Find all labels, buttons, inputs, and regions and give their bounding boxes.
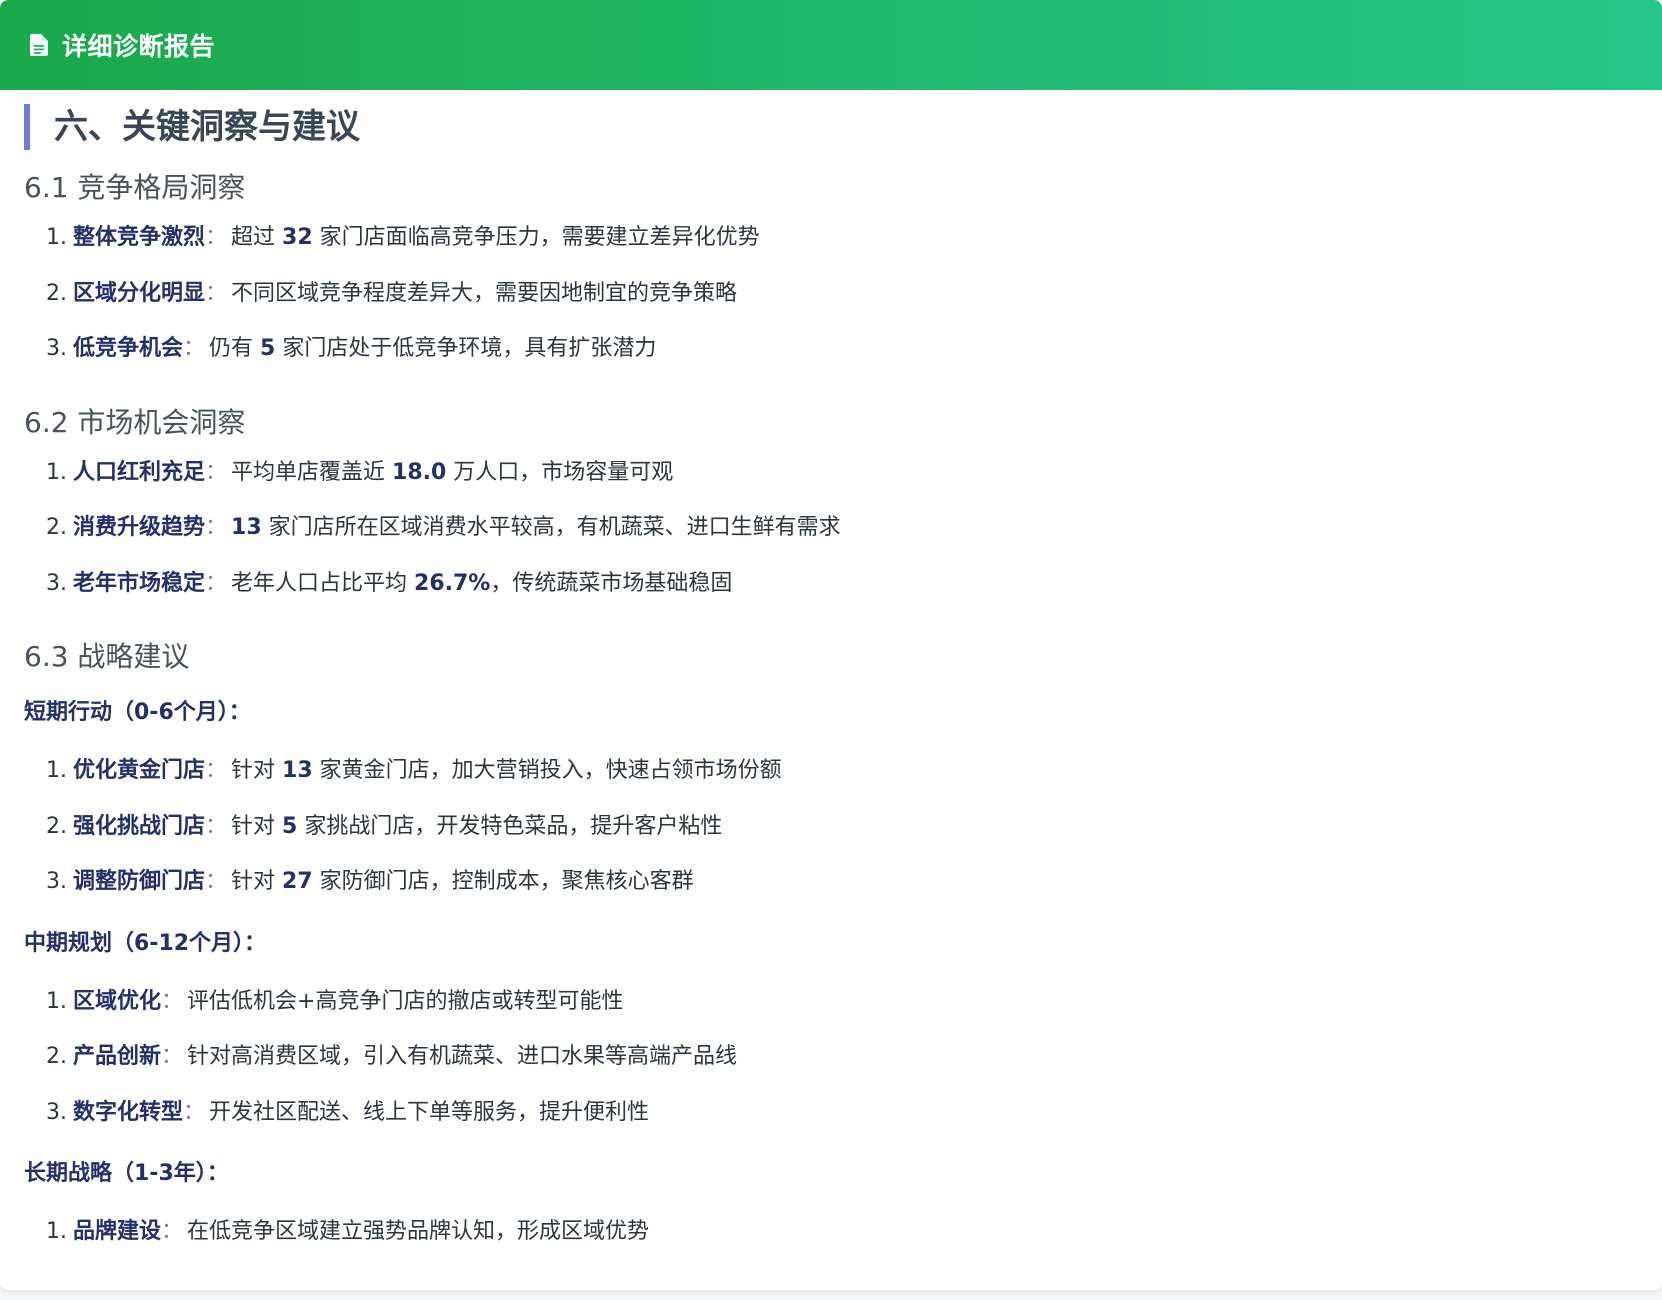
item-number: 3. — [46, 869, 67, 894]
item-keyword: 调整防御门店 — [73, 869, 206, 894]
item-keyword: 强化挑战门店 — [73, 813, 206, 839]
item-colon: ： — [161, 1219, 184, 1244]
item-value: 5 — [260, 336, 276, 361]
item-text: 超过 — [231, 225, 283, 250]
list-item: 3. 老年市场稳定： 老年人口占比平均 26.7%，传统蔬菜市场基础稳固 — [24, 556, 1638, 612]
subsection-title-competition: 6.1 竞争格局洞察 — [24, 171, 246, 204]
item-colon: ： — [161, 1044, 184, 1069]
item-number: 2. — [46, 515, 67, 540]
item-number: 3. — [46, 570, 67, 596]
market-list: 1. 人口红利充足： 平均单店覆盖近 18.0 万人口，市场容量可观 2. 消费升级趋… — [24, 445, 1638, 612]
item-keyword: 产品创新 — [73, 1044, 162, 1069]
item-text: 家挑战门店，开发特色菜品，提升客户粘性 — [297, 813, 723, 839]
item-number: 1. — [46, 459, 67, 485]
item-value: 32 — [282, 225, 313, 250]
item-value: 18.0 — [392, 459, 447, 485]
list-item: 2. 区域分化明显： 不同区域竞争程度差异大，需要因地制宜的竞争策略 — [24, 266, 1638, 322]
item-value: 13 — [231, 515, 262, 540]
item-colon: ： — [205, 280, 228, 306]
item-text: 针对 — [231, 758, 283, 783]
list-item: 2. 产品创新： 针对高消费区域，引入有机蔬菜、进口水果等高端产品线 — [24, 1029, 1638, 1085]
item-number: 1. — [46, 1219, 67, 1244]
report-content: 六、关键洞察与建议 6.1 竞争格局洞察 1. 整体竞争激烈： 超过 32 家门店面… — [0, 104, 1662, 1260]
item-number: 3. — [46, 336, 67, 361]
list-item: 1. 人口红利充足： 平均单店覆盖近 18.0 万人口，市场容量可观 — [24, 445, 1638, 501]
item-text: 针对高消费区域，引入有机蔬菜、进口水果等高端产品线 — [187, 1044, 738, 1069]
list-item: 1. 区域优化： 评估低机会+高竞争门店的撤店或转型可能性 — [24, 974, 1638, 1030]
item-keyword: 品牌建设 — [73, 1219, 162, 1244]
item-keyword: 区域优化 — [73, 988, 162, 1014]
long-term-list: 1. 品牌建设： 在低竞争区域建立强势品牌认知，形成区域优势 — [24, 1204, 1638, 1260]
mid-term-list: 1. 区域优化： 评估低机会+高竞争门店的撤店或转型可能性 2. 产品创新： 针对高消费… — [24, 974, 1638, 1141]
item-number: 1. — [46, 988, 67, 1014]
item-text: ，传统蔬菜市场基础稳固 — [490, 570, 733, 596]
item-text: 家门店处于低竞争环境，具有扩张潜力 — [275, 336, 657, 361]
item-text: 仍有 — [209, 336, 261, 361]
item-keyword: 整体竞争激烈 — [73, 225, 206, 250]
item-value: 13 — [282, 758, 313, 783]
item-text: 家门店所在区域消费水平较高，有机蔬菜、进口生鲜有需求 — [261, 515, 841, 540]
item-colon: ： — [205, 758, 228, 783]
list-item: 3. 调整防御门店： 针对 27 家防御门店，控制成本，聚焦核心客群 — [24, 854, 1638, 910]
competition-list: 1. 整体竞争激烈： 超过 32 家门店面临高竞争压力，需要建立差异化优势 2. 区域… — [24, 210, 1638, 377]
item-text: 平均单店覆盖近 — [231, 459, 393, 485]
subsection-title-market: 6.2 市场机会洞察 — [24, 405, 246, 439]
list-item: 1. 品牌建设： 在低竞争区域建立强势品牌认知，形成区域优势 — [24, 1204, 1638, 1260]
item-keyword: 人口红利充足 — [73, 459, 206, 485]
document-icon — [30, 34, 48, 56]
item-keyword: 区域分化明显 — [73, 280, 206, 306]
subsection-title-strategy: 6.3 战略建议 — [24, 640, 190, 673]
list-item: 1. 整体竞争激烈： 超过 32 家门店面临高竞争压力，需要建立差异化优势 — [24, 210, 1638, 266]
item-colon: ： — [205, 225, 228, 250]
item-colon: ： — [205, 515, 228, 540]
item-keyword: 低竞争机会 — [73, 336, 184, 361]
item-keyword: 老年市场稳定 — [73, 570, 206, 596]
item-keyword: 数字化转型 — [73, 1099, 184, 1125]
item-colon: ： — [205, 459, 228, 485]
item-text: 不同区域竞争程度差异大，需要因地制宜的竞争策略 — [231, 280, 738, 306]
report-header: 详细诊断报告 — [0, 0, 1662, 90]
item-value: 26.7% — [414, 570, 491, 596]
item-number: 1. — [46, 758, 67, 783]
item-text: 开发社区配送、线上下单等服务，提升便利性 — [209, 1099, 650, 1125]
item-colon: ： — [183, 1099, 206, 1125]
phase-label-short-term: 短期行动（0-6个月）： — [24, 700, 251, 725]
phase-label-long-term: 长期战略（1-3年）： — [24, 1161, 229, 1186]
item-text: 在低竞争区域建立强势品牌认知，形成区域优势 — [187, 1219, 650, 1244]
item-colon: ： — [205, 813, 228, 839]
item-number: 2. — [46, 280, 67, 306]
item-colon: ： — [205, 570, 228, 596]
list-item: 2. 消费升级趋势： 13 家门店所在区域消费水平较高，有机蔬菜、进口生鲜有需求 — [24, 500, 1638, 556]
item-number: 2. — [46, 813, 67, 839]
phase-label-mid-term: 中期规划（6-12个月）： — [24, 930, 267, 956]
list-item: 2. 强化挑战门店： 针对 5 家挑战门店，开发特色菜品，提升客户粘性 — [24, 799, 1638, 855]
list-item: 3. 低竞争机会： 仍有 5 家门店处于低竞争环境，具有扩张潜力 — [24, 321, 1638, 377]
item-number: 2. — [46, 1044, 67, 1069]
item-number: 1. — [46, 225, 67, 250]
item-text: 万人口，市场容量可观 — [446, 459, 674, 485]
item-keyword: 消费升级趋势 — [73, 515, 206, 540]
item-value: 27 — [282, 869, 313, 894]
report-card: 详细诊断报告 六、关键洞察与建议 6.1 竞争格局洞察 1. 整体竞争激烈： 超过 … — [0, 0, 1662, 1290]
item-keyword: 优化黄金门店 — [73, 758, 206, 783]
item-text: 评估低机会+高竞争门店的撤店或转型可能性 — [187, 988, 624, 1014]
item-colon: ： — [161, 988, 184, 1014]
item-colon: ： — [183, 336, 206, 361]
item-number: 3. — [46, 1099, 67, 1125]
item-text: 家门店面临高竞争压力，需要建立差异化优势 — [312, 225, 760, 250]
item-text: 针对 — [231, 869, 283, 894]
list-item: 1. 优化黄金门店： 针对 13 家黄金门店，加大营销投入，快速占领市场份额 — [24, 743, 1638, 799]
list-item: 3. 数字化转型： 开发社区配送、线上下单等服务，提升便利性 — [24, 1085, 1638, 1141]
item-value: 5 — [282, 813, 298, 839]
item-text: 老年人口占比平均 — [231, 570, 415, 596]
item-colon: ： — [205, 869, 228, 894]
item-text: 针对 — [231, 813, 283, 839]
short-term-list: 1. 优化黄金门店： 针对 13 家黄金门店，加大营销投入，快速占领市场份额 2. 强… — [24, 743, 1638, 910]
item-text: 家黄金门店，加大营销投入，快速占领市场份额 — [312, 758, 782, 783]
section-title: 六、关键洞察与建议 — [24, 104, 1638, 150]
report-title: 详细诊断报告 — [62, 32, 216, 61]
item-text: 家防御门店，控制成本，聚焦核心客群 — [312, 869, 694, 894]
